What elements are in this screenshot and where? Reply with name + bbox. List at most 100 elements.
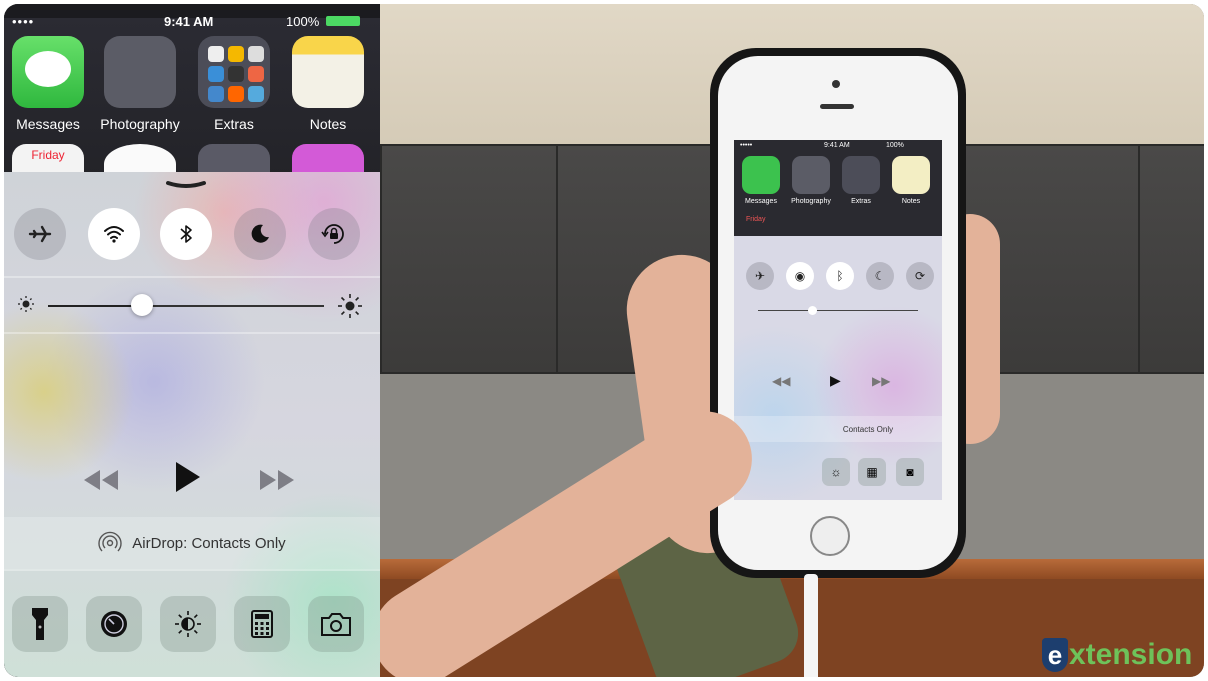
mini-control-center: ✈ ◉ ᛒ ☾ ⟳ ◀◀ ▶ ▶▶ Contacts Only ☼ ▦ ◙ <box>734 236 942 500</box>
mini-brightness-thumb <box>808 306 817 315</box>
bluetooth-icon <box>180 225 192 243</box>
logo-letter: e <box>1042 638 1068 672</box>
mini-airdrop-label: Contacts Only <box>842 424 894 434</box>
earpiece <box>820 104 854 109</box>
rewind-icon[interactable] <box>84 470 118 490</box>
home-button <box>810 516 850 556</box>
toggle-row <box>4 196 380 270</box>
mini-time: 9:41 AM <box>824 142 850 149</box>
app-label: Photography <box>100 116 180 132</box>
app-label: Notes <box>309 116 347 132</box>
mini-app-label: Extras <box>851 198 871 205</box>
brightness-slider[interactable] <box>4 276 380 332</box>
grabber-handle[interactable] <box>166 180 206 190</box>
battery-percent: 100% <box>286 14 320 29</box>
mini-camera-icon: ◙ <box>896 458 924 486</box>
calculator-icon <box>251 610 273 638</box>
mini-play-icon: ▶ <box>830 372 841 388</box>
airdrop-label: AirDrop: Contacts Only <box>132 534 286 552</box>
folder-icon <box>792 156 830 194</box>
wifi-toggle[interactable] <box>88 208 140 260</box>
app-label: Extras <box>214 116 254 132</box>
battery-icon <box>326 16 360 26</box>
charging-cable <box>804 574 818 677</box>
app-label: Messages <box>16 116 80 132</box>
messages-icon <box>12 36 84 108</box>
app-notes[interactable]: Notes <box>284 36 372 132</box>
logo-text: xtension <box>1069 638 1193 671</box>
rotation-lock-toggle[interactable] <box>308 208 360 260</box>
mini-rewind-icon: ◀◀ <box>772 374 791 388</box>
brightness-fill <box>48 305 142 307</box>
mini-app-label: Photography <box>791 198 831 205</box>
divider <box>4 332 380 334</box>
calculator-button[interactable] <box>234 596 290 652</box>
mini-airdrop: Contacts Only <box>734 416 942 442</box>
mini-signal: ••••• <box>740 142 753 149</box>
video-frame: •••• 9:41 AM 100% Messages Photography E… <box>4 4 1204 677</box>
tutorial-video: ••••• 9:41 AM 100% Messages Photography … <box>380 4 1204 677</box>
overhead-cabinet <box>380 144 558 374</box>
mini-rotation-toggle: ⟳ <box>906 262 934 290</box>
mini-app-label: Messages <box>745 198 777 205</box>
flashlight-icon <box>32 608 48 640</box>
wifi-icon <box>104 226 124 243</box>
do-not-disturb-toggle[interactable] <box>234 208 286 260</box>
media-controls <box>4 462 380 502</box>
front-camera <box>832 80 840 88</box>
brightness-track[interactable] <box>48 305 324 307</box>
mini-brightness-track <box>758 310 918 311</box>
notes-icon <box>892 156 930 194</box>
mini-calculator-icon: ▦ <box>858 458 886 486</box>
mini-night-shift-icon: ☼ <box>822 458 850 486</box>
brightness-high-icon <box>338 294 362 318</box>
airplane-icon <box>28 225 52 243</box>
night-shift-icon <box>175 611 201 637</box>
mini-moon-toggle: ☾ <box>866 262 894 290</box>
folder-icon <box>842 156 880 194</box>
airdrop-icon <box>98 531 122 552</box>
camera-icon <box>321 613 351 636</box>
iphone: ••••• 9:41 AM 100% Messages Photography … <box>710 48 966 578</box>
signal-icon: •••• <box>12 14 35 29</box>
brightness-low-icon <box>18 296 34 312</box>
mini-wifi-toggle: ◉ <box>786 262 814 290</box>
notes-icon <box>292 36 364 108</box>
control-center: AirDrop: Contacts Only <box>4 172 380 677</box>
app-extras[interactable]: Extras <box>190 36 278 132</box>
divider <box>4 569 380 571</box>
app-photography[interactable]: Photography <box>96 36 184 132</box>
flashlight-button[interactable] <box>12 596 68 652</box>
mini-bluetooth-toggle: ᛒ <box>826 262 854 290</box>
status-time: 9:41 AM <box>164 14 214 29</box>
mini-app-label: Notes <box>901 198 921 205</box>
airdrop-button[interactable]: AirDrop: Contacts Only <box>4 517 380 569</box>
timer-button[interactable] <box>86 596 142 652</box>
mini-airplane-toggle: ✈ <box>746 262 774 290</box>
camera-button[interactable] <box>308 596 364 652</box>
brightness-thumb[interactable] <box>130 294 153 316</box>
airplane-mode-toggle[interactable] <box>14 208 66 260</box>
phone-screen: •••• 9:41 AM 100% Messages Photography E… <box>4 4 380 677</box>
app-messages[interactable]: Messages <box>4 36 92 132</box>
timer-icon <box>101 611 127 637</box>
night-shift-button[interactable] <box>160 596 216 652</box>
iphone-screen: ••••• 9:41 AM 100% Messages Photography … <box>734 140 942 500</box>
play-icon[interactable] <box>176 462 200 492</box>
overhead-cabinet <box>1138 144 1204 374</box>
shortcut-row <box>4 572 380 677</box>
folder-icon <box>104 36 176 108</box>
fast-forward-icon[interactable] <box>260 470 294 490</box>
mini-battery: 100% <box>886 142 904 149</box>
moon-icon <box>251 224 269 243</box>
status-bar: •••• 9:41 AM 100% <box>4 14 380 32</box>
bluetooth-toggle[interactable] <box>160 208 212 260</box>
messages-icon <box>742 156 780 194</box>
mini-forward-icon: ▶▶ <box>872 374 891 388</box>
home-screen: •••• 9:41 AM 100% Messages Photography E… <box>4 14 380 184</box>
extension-logo: e xtension <box>1042 632 1192 672</box>
folder-icon <box>198 36 270 108</box>
mini-home-screen: ••••• 9:41 AM 100% Messages Photography … <box>734 140 942 236</box>
rotation-lock-icon <box>321 224 344 244</box>
mini-calendar: Friday <box>746 216 766 223</box>
